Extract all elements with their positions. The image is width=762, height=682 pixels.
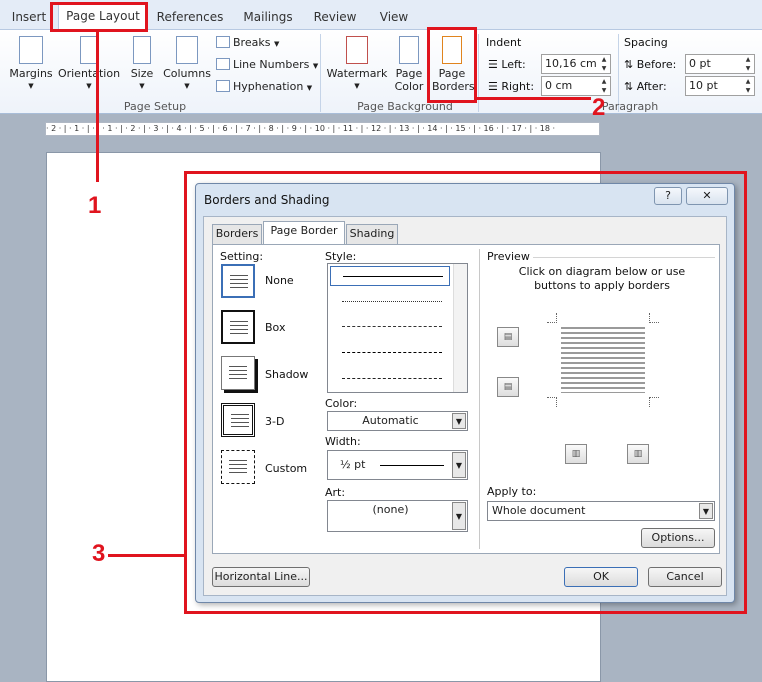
- hyphenation-icon: [216, 80, 230, 92]
- page-color-label-2: Color: [394, 80, 424, 93]
- spacing-before-icon: ⇅: [624, 58, 637, 71]
- watermark-label: Watermark: [326, 67, 388, 80]
- line-numbers-button[interactable]: Line Numbers ▼: [216, 58, 318, 71]
- ruler-ticks: · 2 · | · 1 · | · · · 1 · | · 2 · | · 3 …: [46, 124, 556, 133]
- margins-label: Margins: [9, 67, 53, 80]
- spacing-before-text: Before:: [636, 58, 677, 71]
- size-button[interactable]: Size ▼: [124, 36, 160, 93]
- tab-insert[interactable]: Insert: [6, 6, 52, 30]
- group-label-paragraph: Paragraph: [601, 100, 659, 113]
- annotation-line-1: [96, 32, 99, 182]
- annotation-line-3: [108, 554, 184, 557]
- line-numbers-label: Line Numbers: [233, 58, 310, 71]
- spacing-after-value: 10 pt: [689, 79, 718, 92]
- hyphenation-button[interactable]: Hyphenation ▼: [216, 80, 312, 93]
- indent-left-icon: ☰: [488, 58, 502, 71]
- line-numbers-icon: [216, 58, 230, 70]
- breaks-label: Breaks: [233, 36, 271, 49]
- annotation-box-1: [50, 2, 148, 32]
- dropdown-arrow-icon: ▼: [354, 82, 360, 90]
- group-separator: [478, 34, 479, 112]
- columns-icon: [176, 36, 198, 64]
- dropdown-arrow-icon: ▼: [139, 82, 145, 90]
- spinner-arrows-icon[interactable]: ▲ ▼: [743, 77, 753, 95]
- breaks-icon: [216, 36, 230, 48]
- annotation-line-2: [477, 97, 591, 100]
- spacing-after-label: ⇅ After:: [624, 80, 667, 93]
- group-separator: [320, 34, 321, 112]
- annotation-box-3: [184, 171, 747, 614]
- annotation-number-3: 3: [92, 540, 106, 567]
- dropdown-arrow-icon: ▼: [306, 84, 313, 92]
- watermark-button[interactable]: Watermark ▼: [326, 36, 388, 93]
- horizontal-ruler[interactable]: · 2 · | · 1 · | · · · 1 · | · 2 · | · 3 …: [45, 122, 600, 136]
- orientation-button[interactable]: Orientation ▼: [56, 36, 122, 93]
- dropdown-arrow-icon: ▼: [273, 40, 280, 48]
- paint-bucket-icon: [399, 36, 419, 64]
- columns-label: Columns: [163, 67, 211, 80]
- size-label: Size: [130, 67, 154, 80]
- annotation-number-1: 1: [88, 192, 102, 219]
- indent-left-input[interactable]: 10,16 cm ▲ ▼: [541, 54, 611, 74]
- annotation-number-2: 2: [592, 94, 606, 121]
- hyphenation-label: Hyphenation: [233, 80, 304, 93]
- spacing-before-input[interactable]: 0 pt ▲ ▼: [685, 54, 755, 74]
- dropdown-arrow-icon: ▼: [86, 82, 92, 90]
- tab-view[interactable]: View: [372, 6, 416, 30]
- tab-references[interactable]: References: [152, 6, 228, 30]
- group-label-page-setup: Page Setup: [123, 100, 187, 113]
- indent-right-value: 0 cm: [545, 79, 573, 92]
- watermark-icon: [346, 36, 368, 64]
- indent-right-text: Right:: [501, 80, 535, 93]
- spinner-arrows-icon[interactable]: ▲ ▼: [599, 55, 609, 73]
- margins-icon: [19, 36, 43, 64]
- spacing-after-input[interactable]: 10 pt ▲ ▼: [685, 76, 755, 96]
- page-color-button[interactable]: Page Color: [390, 36, 428, 93]
- spacing-after-text: After:: [636, 80, 667, 93]
- page-color-label-1: Page: [395, 67, 423, 80]
- orientation-label: Orientation: [57, 67, 121, 80]
- spacing-before-value: 0 pt: [689, 57, 711, 70]
- dropdown-arrow-icon: ▼: [184, 82, 190, 90]
- indent-right-icon: ☰: [488, 80, 502, 93]
- spacing-label: Spacing: [624, 36, 668, 49]
- spacing-before-label: ⇅ Before:: [624, 58, 676, 71]
- columns-button[interactable]: Columns ▼: [162, 36, 212, 93]
- breaks-button[interactable]: Breaks ▼: [216, 36, 279, 49]
- spinner-arrows-icon[interactable]: ▲ ▼: [599, 77, 609, 95]
- annotation-box-2: [427, 27, 477, 103]
- spinner-arrows-icon[interactable]: ▲ ▼: [743, 55, 753, 73]
- dropdown-arrow-icon: ▼: [28, 82, 34, 90]
- size-icon: [133, 36, 151, 64]
- margins-button[interactable]: Margins ▼: [6, 36, 56, 93]
- ribbon: Margins ▼ Orientation ▼ Size ▼ Columns ▼…: [0, 30, 762, 114]
- indent-right-label: ☰ Right:: [488, 80, 534, 93]
- indent-left-label: ☰ Left:: [488, 58, 526, 71]
- dropdown-arrow-icon: ▼: [312, 62, 319, 70]
- indent-left-text: Left:: [501, 58, 526, 71]
- indent-right-input[interactable]: 0 cm ▲ ▼: [541, 76, 611, 96]
- tab-mailings[interactable]: Mailings: [238, 6, 298, 30]
- indent-label: Indent: [486, 36, 522, 49]
- spacing-after-icon: ⇅: [624, 80, 637, 93]
- indent-left-value: 10,16 cm: [545, 57, 597, 70]
- tab-review[interactable]: Review: [308, 6, 362, 30]
